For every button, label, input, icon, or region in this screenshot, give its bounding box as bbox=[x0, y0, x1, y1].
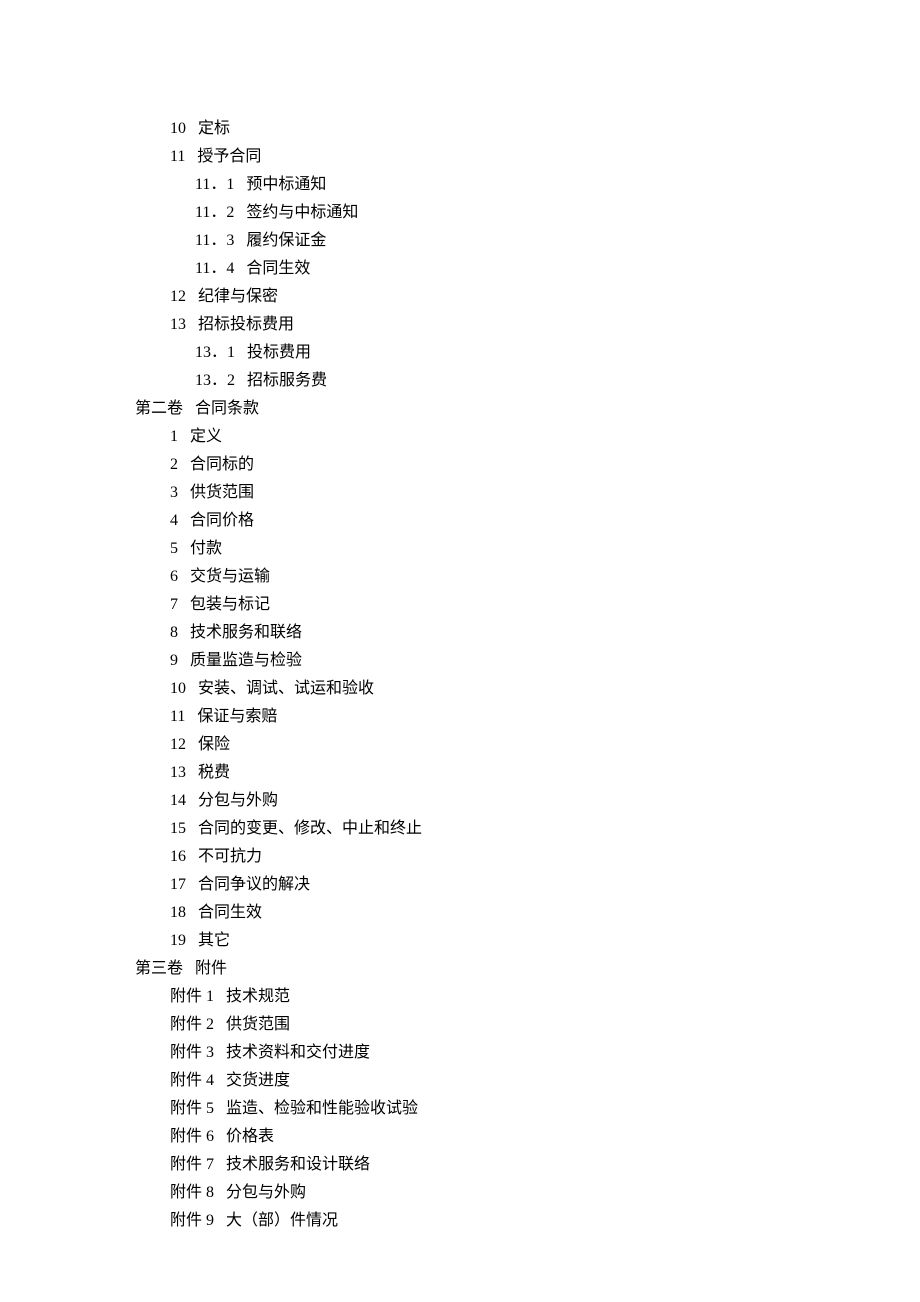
toc-entry: 17 合同争议的解决 bbox=[0, 871, 920, 899]
toc-entry: 第三卷 附件 bbox=[0, 955, 920, 983]
toc-container: 10 定标11 授予合同11．1 预中标通知11．2 签约与中标通知11．3 履… bbox=[0, 115, 920, 1235]
toc-entry: 2 合同标的 bbox=[0, 451, 920, 479]
toc-entry: 12 保险 bbox=[0, 731, 920, 759]
toc-entry: 7 包装与标记 bbox=[0, 591, 920, 619]
toc-entry: 11 保证与索赔 bbox=[0, 703, 920, 731]
toc-entry: 附件 2 供货范围 bbox=[0, 1011, 920, 1039]
toc-entry: 10 安装、调试、试运和验收 bbox=[0, 675, 920, 703]
toc-entry: 11．3 履约保证金 bbox=[0, 227, 920, 255]
toc-entry: 13．2 招标服务费 bbox=[0, 367, 920, 395]
toc-entry: 18 合同生效 bbox=[0, 899, 920, 927]
toc-entry: 12 纪律与保密 bbox=[0, 283, 920, 311]
toc-entry: 13．1 投标费用 bbox=[0, 339, 920, 367]
toc-entry: 6 交货与运输 bbox=[0, 563, 920, 591]
toc-entry: 4 合同价格 bbox=[0, 507, 920, 535]
toc-entry: 1 定义 bbox=[0, 423, 920, 451]
toc-entry: 附件 6 价格表 bbox=[0, 1123, 920, 1151]
toc-entry: 附件 5 监造、检验和性能验收试验 bbox=[0, 1095, 920, 1123]
toc-entry: 19 其它 bbox=[0, 927, 920, 955]
toc-entry: 3 供货范围 bbox=[0, 479, 920, 507]
toc-entry: 附件 4 交货进度 bbox=[0, 1067, 920, 1095]
toc-entry: 附件 1 技术规范 bbox=[0, 983, 920, 1011]
toc-entry: 13 税费 bbox=[0, 759, 920, 787]
toc-entry: 附件 7 技术服务和设计联络 bbox=[0, 1151, 920, 1179]
toc-entry: 14 分包与外购 bbox=[0, 787, 920, 815]
toc-entry: 附件 8 分包与外购 bbox=[0, 1179, 920, 1207]
toc-entry: 15 合同的变更、修改、中止和终止 bbox=[0, 815, 920, 843]
toc-entry: 11．4 合同生效 bbox=[0, 255, 920, 283]
toc-entry: 10 定标 bbox=[0, 115, 920, 143]
toc-entry: 附件 9 大（部）件情况 bbox=[0, 1207, 920, 1235]
toc-entry: 11 授予合同 bbox=[0, 143, 920, 171]
toc-entry: 5 付款 bbox=[0, 535, 920, 563]
toc-entry: 第二卷 合同条款 bbox=[0, 395, 920, 423]
toc-entry: 附件 3 技术资料和交付进度 bbox=[0, 1039, 920, 1067]
toc-entry: 16 不可抗力 bbox=[0, 843, 920, 871]
toc-entry: 11．1 预中标通知 bbox=[0, 171, 920, 199]
toc-entry: 8 技术服务和联络 bbox=[0, 619, 920, 647]
toc-entry: 11．2 签约与中标通知 bbox=[0, 199, 920, 227]
toc-entry: 13 招标投标费用 bbox=[0, 311, 920, 339]
toc-entry: 9 质量监造与检验 bbox=[0, 647, 920, 675]
